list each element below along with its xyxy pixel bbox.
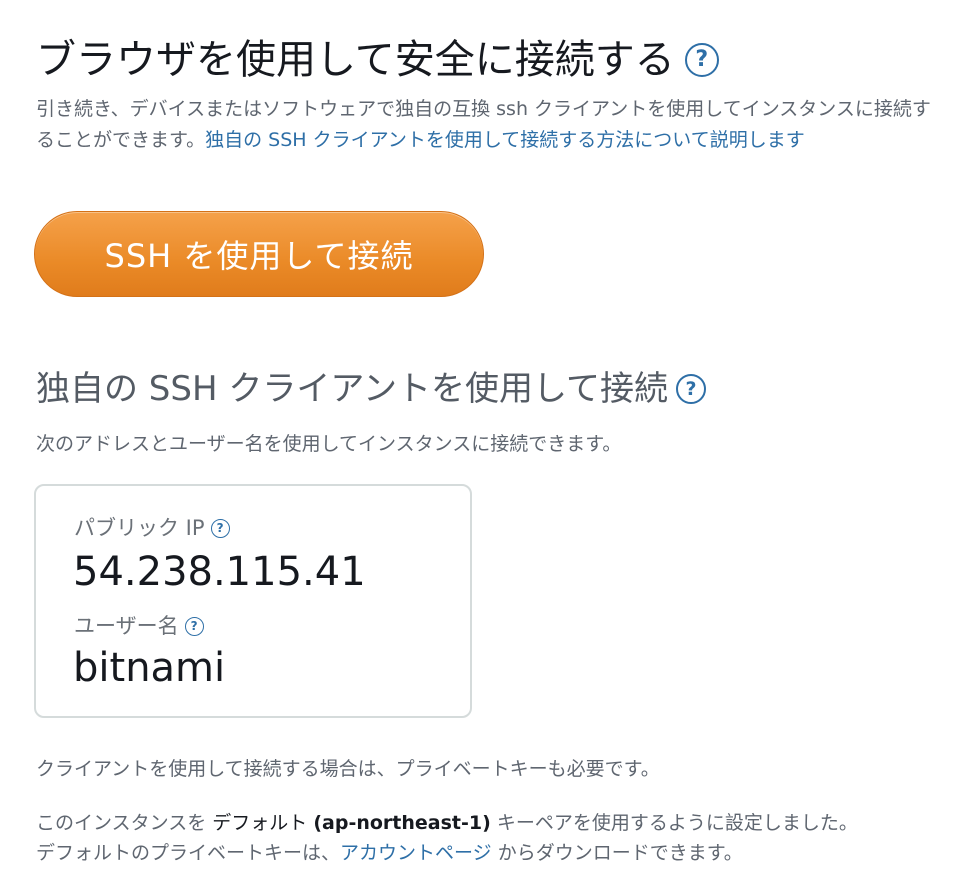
public-ip-label: パブリック IP (74, 516, 205, 540)
keypair-name: デフォルト (212, 812, 308, 834)
browser-connect-title: ブラウザを使用して安全に接続する (36, 37, 675, 83)
own-client-title: 独自の SSH クライアントを使用して接続 (36, 369, 668, 409)
browser-connect-heading: ブラウザを使用して安全に接続する ? (36, 34, 719, 86)
help-icon[interactable]: ? (684, 43, 719, 77)
download-suffix: からダウンロードできます。 (497, 842, 743, 864)
connection-info-card: パブリック IP ? 54.238.115.41 ユーザー名 ? bitnami (34, 484, 472, 718)
ssh-client-help-link[interactable]: 独自の SSH クライアントを使用して接続する方法について説明します (205, 129, 805, 151)
public-ip-value: 54.238.115.41 (73, 549, 366, 595)
username-value: bitnami (73, 645, 226, 691)
username-label: ユーザー名 (74, 614, 179, 638)
download-prefix: デフォルトのプライベートキーは、 (36, 842, 341, 864)
download-note: デフォルトのプライベートキーは、アカウントページ からダウンロードできます。 (36, 838, 743, 869)
keypair-prefix: このインスタンスを (36, 812, 207, 834)
keypair-region: (ap-northeast-1) (313, 812, 491, 834)
ssh-connect-page: ブラウザを使用して安全に接続する ? 引き続き、デバイスまたはソフトウェアで独自… (0, 0, 962, 884)
private-key-note: クライアントを使用して接続する場合は、プライベートキーも必要です。 (36, 758, 660, 780)
username-label-row: ユーザー名 ? (74, 612, 204, 640)
own-client-heading: 独自の SSH クライアントを使用して接続 ? (36, 366, 706, 412)
help-icon[interactable]: ? (184, 616, 204, 636)
own-client-description: 次のアドレスとユーザー名を使用してインスタンスに接続できます。 (36, 433, 622, 455)
account-page-link[interactable]: アカウントページ (340, 842, 492, 864)
keypair-note: このインスタンスを デフォルト (ap-northeast-1) キーペアを使用… (36, 808, 858, 839)
browser-connect-description: 引き続き、デバイスまたはソフトウェアで独自の互換 ssh クライアントを使用して… (36, 94, 936, 156)
connect-ssh-button[interactable]: SSH を使用して接続 (34, 211, 484, 297)
help-icon[interactable]: ? (210, 518, 230, 538)
public-ip-label-row: パブリック IP ? (74, 514, 230, 542)
keypair-suffix: キーペアを使用するように設定しました。 (496, 812, 858, 834)
help-icon[interactable]: ? (675, 374, 706, 404)
